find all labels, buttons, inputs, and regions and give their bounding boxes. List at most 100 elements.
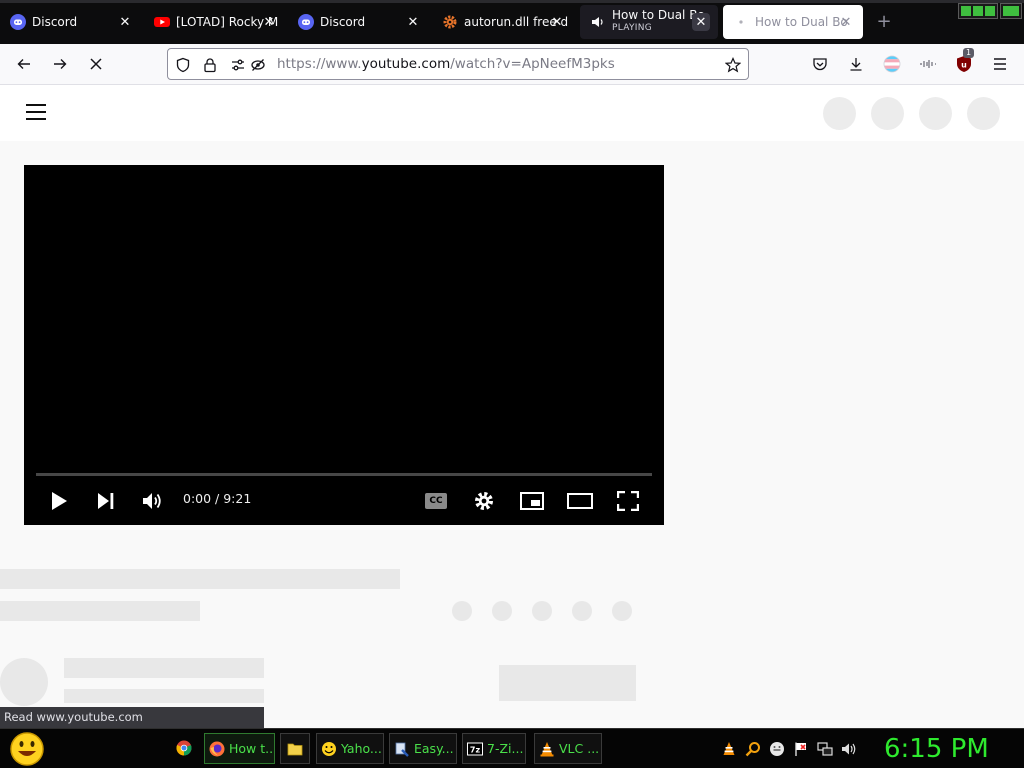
taskbar-item-vlc[interactable]: VLC ... bbox=[534, 733, 602, 764]
miniplayer-button[interactable] bbox=[516, 485, 548, 517]
taskbar-item-label: Easy... bbox=[414, 741, 454, 756]
tab-playing[interactable]: How to Dual Bo PLAYING ✕ bbox=[580, 5, 718, 39]
tab-selected[interactable]: How to Dual Bo ✕ bbox=[723, 5, 863, 39]
taskbar-item-label: How t... bbox=[229, 741, 275, 756]
taskbar-item-7zip[interactable]: 7z 7-Zi... bbox=[462, 733, 526, 764]
close-icon[interactable]: ✕ bbox=[692, 13, 710, 31]
close-icon[interactable]: ✕ bbox=[404, 13, 422, 31]
download-icon[interactable] bbox=[844, 52, 868, 76]
action-placeholder-circle bbox=[572, 601, 592, 621]
url-path: /watch?v=ApNeefM3pks bbox=[450, 56, 615, 72]
tab-discord-2[interactable]: Discord ✕ bbox=[288, 5, 430, 39]
taskbar-item-label: VLC ... bbox=[559, 741, 600, 756]
mute-button[interactable] bbox=[137, 485, 169, 517]
guide-menu-icon[interactable] bbox=[26, 104, 46, 120]
video-time-display: 0:00 / 9:21 bbox=[183, 491, 252, 506]
forward-button[interactable] bbox=[46, 52, 74, 76]
permissions-icon[interactable] bbox=[229, 56, 247, 74]
messenger-tray-icon[interactable] bbox=[768, 740, 785, 757]
url-text: https://www.youtube.com/watch?v=ApNeefM3… bbox=[277, 49, 615, 79]
tab-strip-top-line bbox=[0, 0, 1024, 3]
lock-icon[interactable] bbox=[201, 56, 219, 74]
tracking-blocked-icon[interactable] bbox=[249, 56, 267, 74]
firefox-icon bbox=[209, 741, 225, 757]
search-tray-icon[interactable] bbox=[744, 740, 761, 757]
network-icon[interactable] bbox=[816, 740, 833, 757]
subscribe-placeholder bbox=[499, 665, 636, 701]
header-placeholder-circle bbox=[823, 97, 856, 130]
youtube-icon bbox=[154, 14, 170, 30]
url-prefix: https://www. bbox=[277, 56, 362, 72]
tab-discord-1[interactable]: Discord ✕ bbox=[0, 5, 142, 39]
menu-icon[interactable] bbox=[988, 52, 1012, 76]
folder-icon bbox=[287, 741, 303, 757]
video-progress-bar[interactable] bbox=[36, 473, 652, 476]
fullscreen-icon bbox=[617, 491, 639, 511]
smiley-start-icon bbox=[10, 732, 44, 766]
next-button[interactable] bbox=[90, 485, 122, 517]
close-icon[interactable]: ✕ bbox=[837, 13, 855, 31]
volume-icon bbox=[143, 493, 161, 509]
fullscreen-button[interactable] bbox=[612, 485, 644, 517]
tab-autorun[interactable]: autorun.dll free d ✕ bbox=[432, 5, 574, 39]
play-button[interactable] bbox=[43, 485, 75, 517]
channel-avatar-placeholder bbox=[0, 658, 48, 706]
close-icon[interactable]: ✕ bbox=[260, 13, 278, 31]
arrow-right-icon bbox=[54, 59, 67, 69]
close-icon[interactable]: ✕ bbox=[116, 13, 134, 31]
taskbar-item-label: Yaho... bbox=[341, 741, 382, 756]
taskbar-clock[interactable]: 6:15 PM bbox=[884, 731, 989, 767]
close-icon[interactable]: ✕ bbox=[548, 13, 566, 31]
ublock-origin-icon[interactable]: u 1 bbox=[952, 48, 976, 76]
tab-title: How to Dual Bo bbox=[612, 9, 705, 22]
skip-next-icon bbox=[98, 493, 114, 509]
action-placeholder-circle bbox=[612, 601, 632, 621]
shield-icon[interactable] bbox=[174, 56, 192, 74]
profile-flag-icon[interactable] bbox=[880, 52, 904, 76]
action-placeholder-circle bbox=[452, 601, 472, 621]
vlc-tray-icon[interactable] bbox=[720, 740, 737, 757]
taskbar-item-yahoo[interactable]: Yaho... bbox=[316, 733, 384, 764]
theater-mode-button[interactable] bbox=[564, 485, 596, 517]
svg-text:u: u bbox=[961, 61, 967, 70]
video-player[interactable]: 0:00 / 9:21 CC bbox=[24, 165, 664, 525]
start-button[interactable] bbox=[8, 731, 46, 767]
back-button[interactable] bbox=[10, 52, 38, 76]
screen: Discord ✕ [LOTAD] Rocky M ✕ Discord ✕ au… bbox=[0, 0, 1024, 768]
stop-loading-button[interactable] bbox=[82, 52, 110, 76]
action-center-flag-icon[interactable] bbox=[792, 740, 809, 757]
tab-youtube-lotad[interactable]: [LOTAD] Rocky M ✕ bbox=[144, 5, 286, 39]
gear-icon bbox=[442, 14, 458, 30]
loading-dot-icon bbox=[733, 14, 749, 30]
subtitle-placeholder bbox=[0, 601, 200, 621]
navigation-toolbar: https://www.youtube.com/watch?v=ApNeefM3… bbox=[0, 44, 1024, 85]
youtube-header bbox=[0, 85, 1024, 141]
new-tab-button[interactable]: + bbox=[874, 12, 894, 32]
arrow-left-icon bbox=[17, 59, 30, 69]
close-icon bbox=[90, 58, 102, 70]
subtitles-button[interactable]: CC bbox=[420, 485, 452, 517]
closed-captions-icon: CC bbox=[425, 493, 447, 509]
taskbar-item-easy[interactable]: Easy... bbox=[389, 733, 457, 764]
settings-button[interactable] bbox=[468, 485, 500, 517]
address-bar[interactable]: https://www.youtube.com/watch?v=ApNeefM3… bbox=[167, 48, 749, 80]
bookmark-star-icon[interactable] bbox=[724, 56, 742, 74]
volume-tray-icon[interactable] bbox=[840, 740, 857, 757]
theater-mode-icon bbox=[567, 493, 593, 509]
gear-icon bbox=[475, 492, 493, 510]
memory-meter-widget bbox=[1000, 3, 1022, 19]
windows-taskbar: How t... Yaho... Easy... 7z 7-Zi... VLC … bbox=[0, 728, 1024, 768]
discord-icon bbox=[298, 14, 314, 30]
header-placeholder-circle bbox=[919, 97, 952, 130]
speaker-icon[interactable] bbox=[590, 14, 606, 30]
discord-icon bbox=[10, 14, 26, 30]
extension-audio-icon[interactable] bbox=[916, 52, 940, 76]
cpu-meter-widget bbox=[958, 3, 998, 19]
taskbar-item-folder[interactable] bbox=[280, 733, 310, 764]
smiley-icon bbox=[321, 741, 337, 757]
action-placeholder-circle bbox=[532, 601, 552, 621]
7zip-icon: 7z bbox=[467, 741, 483, 757]
chrome-icon[interactable] bbox=[174, 738, 194, 758]
pocket-icon[interactable] bbox=[808, 52, 832, 76]
taskbar-item-firefox[interactable]: How t... bbox=[204, 733, 275, 764]
